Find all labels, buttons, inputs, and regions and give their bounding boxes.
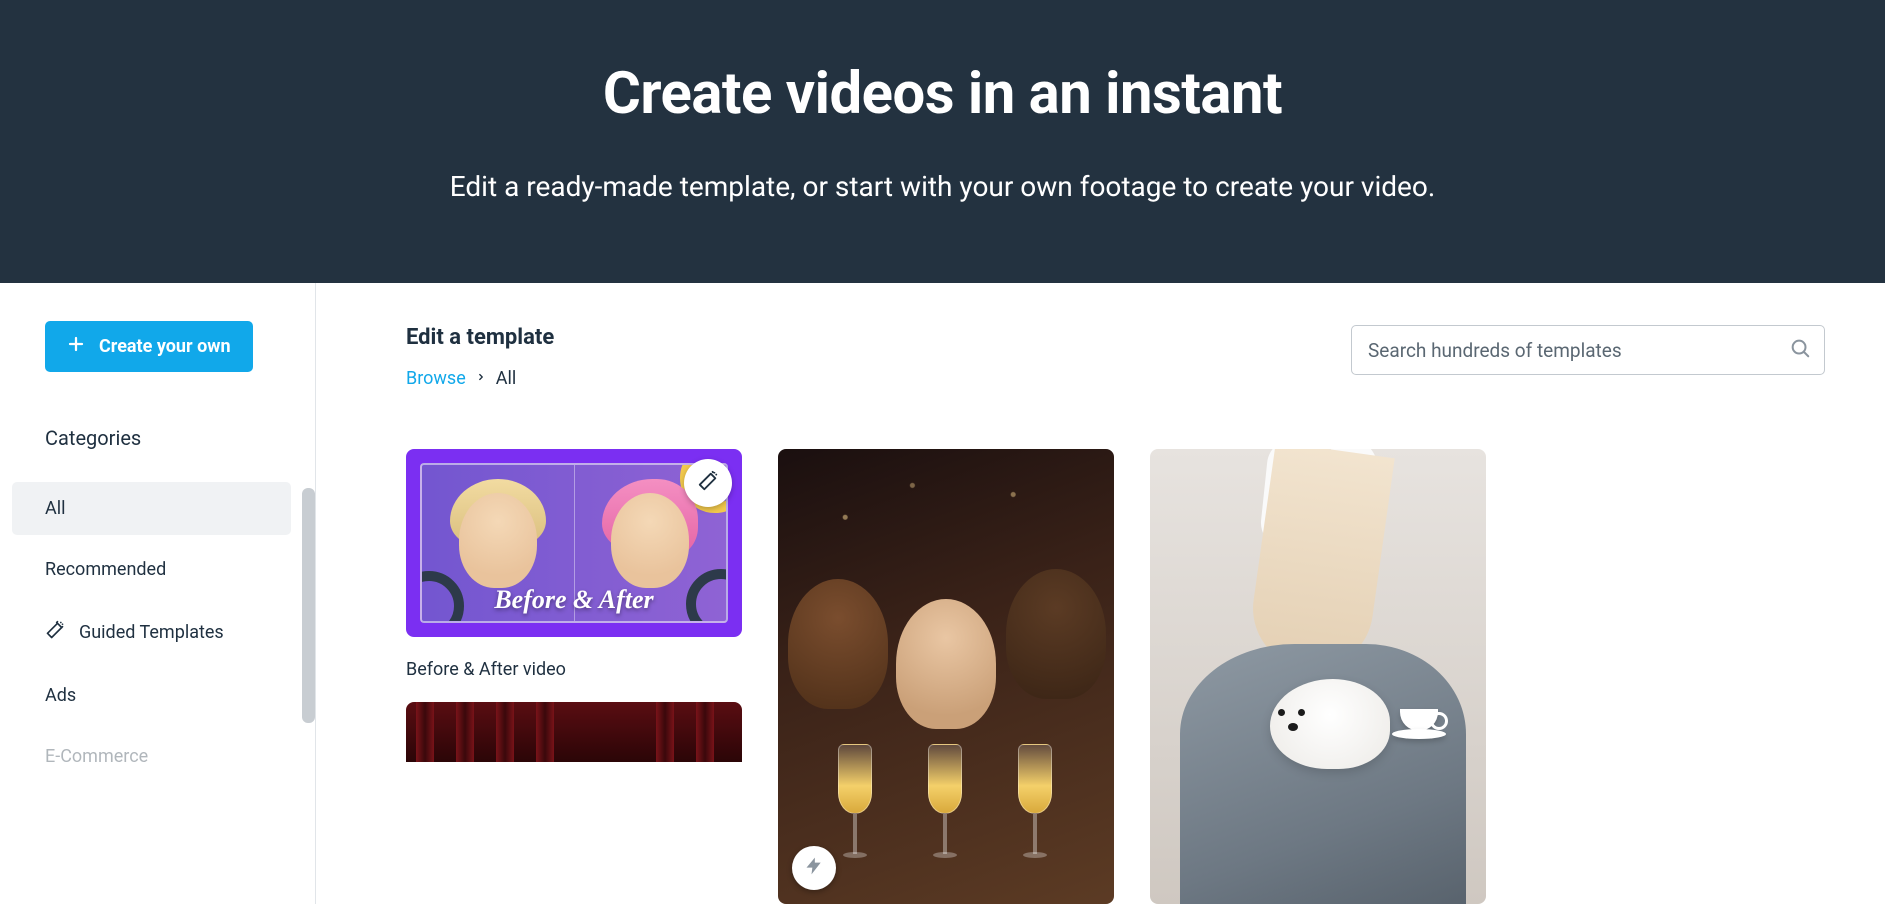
template-thumbnail: Before & After xyxy=(420,463,728,623)
template-label: Before & After video xyxy=(406,659,742,680)
hero-subtitle: Edit a ready-made template, or start wit… xyxy=(450,170,1436,203)
categories-list: All Recommended Guided Templates Ads E-C… xyxy=(12,482,291,783)
breadcrumb-current: All xyxy=(496,368,517,389)
template-card-partial[interactable] xyxy=(406,702,742,762)
sidebar-item-all[interactable]: All xyxy=(12,482,291,535)
sidebar-item-ads[interactable]: Ads xyxy=(12,669,291,722)
chevron-right-icon xyxy=(476,368,486,389)
create-your-own-button[interactable]: Create your own xyxy=(45,321,253,372)
lightning-icon xyxy=(804,856,824,880)
templates-grid: Before & After Before & After video xyxy=(406,449,1825,904)
template-card-before-after[interactable]: Before & After xyxy=(406,449,742,637)
magic-wand-icon xyxy=(45,620,65,645)
categories-heading: Categories xyxy=(45,426,291,450)
sidebar-item-label: E-Commerce xyxy=(45,746,148,767)
search-icon xyxy=(1789,337,1811,363)
hero-title: Create videos in an instant xyxy=(603,60,1282,128)
dog-illustration xyxy=(1270,679,1390,769)
template-overlay-text: Before & After xyxy=(422,585,726,615)
sidebar-item-label: Guided Templates xyxy=(79,622,224,643)
sidebar-scrollbar[interactable] xyxy=(302,488,315,723)
sidebar-item-recommended[interactable]: Recommended xyxy=(12,543,291,596)
sidebar-item-guided-templates[interactable]: Guided Templates xyxy=(12,604,291,661)
magic-wand-icon xyxy=(697,470,719,496)
sidebar-item-ecommerce[interactable]: E-Commerce xyxy=(12,730,291,783)
guided-badge xyxy=(684,459,732,507)
template-card-party[interactable] xyxy=(778,449,1114,904)
sidebar-item-label: All xyxy=(45,498,66,519)
sidebar-item-label: Ads xyxy=(45,685,76,706)
breadcrumb-browse-link[interactable]: Browse xyxy=(406,368,466,389)
template-card-cozy[interactable] xyxy=(1150,449,1486,904)
breadcrumb: Browse All xyxy=(406,368,554,389)
sidebar: Create your own Categories All Recommend… xyxy=(0,283,316,904)
create-button-label: Create your own xyxy=(99,336,231,357)
hero-banner: Create videos in an instant Edit a ready… xyxy=(0,0,1885,283)
search-input[interactable] xyxy=(1351,325,1825,375)
quick-badge xyxy=(792,846,836,890)
main-content: Edit a template Browse All xyxy=(316,283,1885,904)
template-search xyxy=(1351,325,1825,375)
plus-icon xyxy=(67,335,85,358)
sidebar-item-label: Recommended xyxy=(45,559,166,580)
section-title: Edit a template xyxy=(406,325,554,350)
